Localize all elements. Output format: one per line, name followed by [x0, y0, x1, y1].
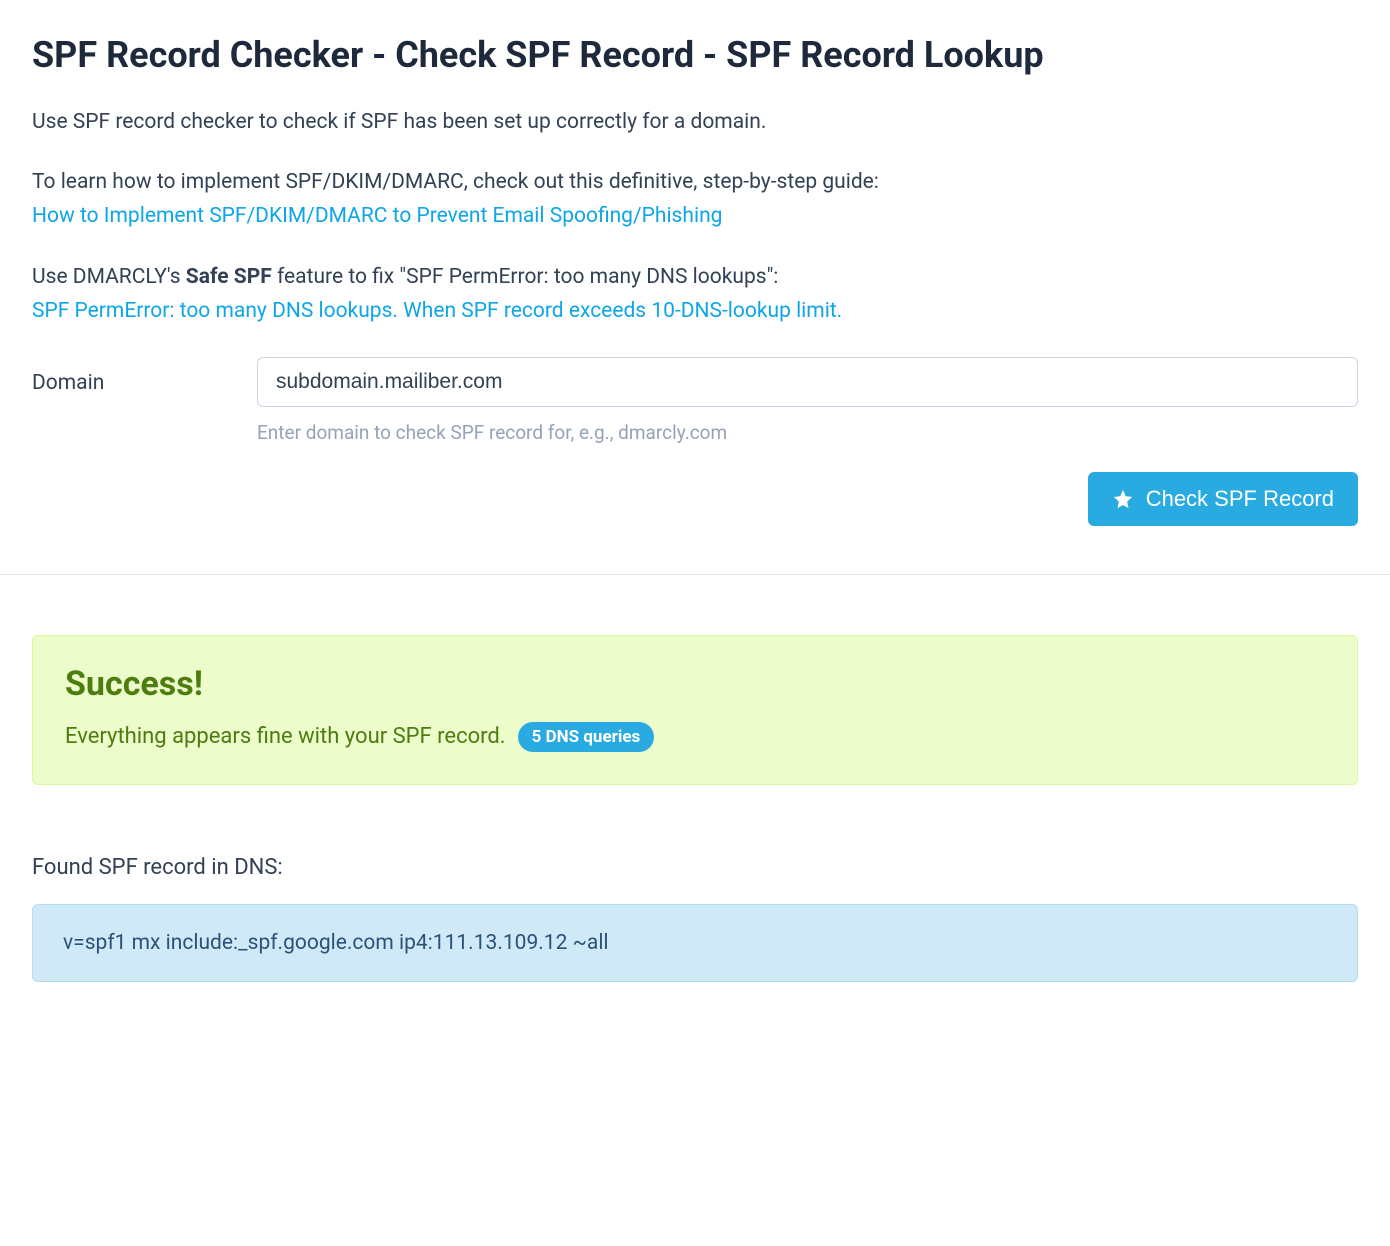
domain-label: Domain [32, 357, 257, 395]
spf-record-value: v=spf1 mx include:_spf.google.com ip4:11… [63, 931, 609, 955]
intro-text-1: Use SPF record checker to check if SPF h… [32, 107, 1358, 139]
spf-record-box: v=spf1 mx include:_spf.google.com ip4:11… [32, 904, 1358, 982]
found-spf-label: Found SPF record in DNS: [32, 855, 1358, 880]
success-title: Success! [65, 664, 1325, 704]
check-spf-button-label: Check SPF Record [1146, 486, 1334, 512]
button-row: Check SPF Record [32, 472, 1358, 526]
intro-safespf-prefix: Use DMARCLY's [32, 265, 186, 289]
permerror-link[interactable]: SPF PermError: too many DNS lookups. Whe… [32, 299, 842, 323]
success-message: Everything appears fine with your SPF re… [65, 724, 506, 749]
intro-safespf-bold: Safe SPF [186, 265, 272, 289]
check-spf-button[interactable]: Check SPF Record [1088, 472, 1358, 526]
domain-form-row: Domain Enter domain to check SPF record … [32, 357, 1358, 444]
guide-link[interactable]: How to Implement SPF/DKIM/DMARC to Preve… [32, 204, 722, 228]
intro-block-safespf: Use DMARCLY's Safe SPF feature to fix "S… [32, 261, 1358, 328]
intro-safespf-suffix: feature to fix "SPF PermError: too many … [272, 265, 779, 289]
section-divider [0, 574, 1390, 575]
domain-help-text: Enter domain to check SPF record for, e.… [257, 421, 1358, 444]
domain-input-wrap: Enter domain to check SPF record for, e.… [257, 357, 1358, 444]
page-title: SPF Record Checker - Check SPF Record - … [32, 32, 1358, 79]
intro-guide-prefix: To learn how to implement SPF/DKIM/DMARC… [32, 170, 879, 194]
success-message-row: Everything appears fine with your SPF re… [65, 722, 1325, 752]
domain-input[interactable] [257, 357, 1358, 407]
dns-queries-badge: 5 DNS queries [518, 722, 655, 752]
success-alert: Success! Everything appears fine with yo… [32, 635, 1358, 785]
intro-block-guide: To learn how to implement SPF/DKIM/DMARC… [32, 166, 1358, 233]
star-icon [1112, 488, 1134, 510]
